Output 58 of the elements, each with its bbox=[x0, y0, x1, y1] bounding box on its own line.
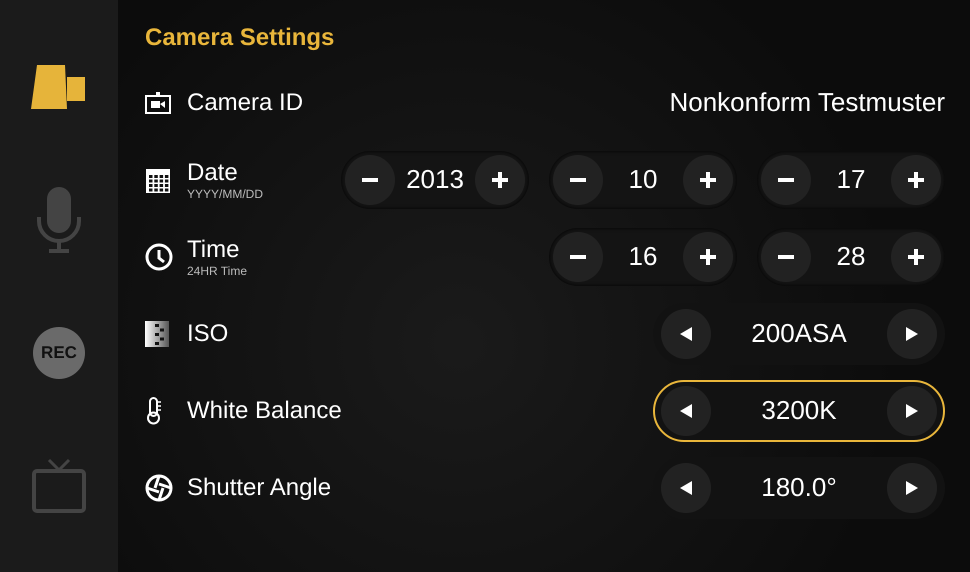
minus-icon bbox=[362, 178, 378, 182]
setting-label: Camera ID bbox=[187, 88, 304, 116]
right-arrow-icon bbox=[906, 480, 918, 494]
minus-icon bbox=[778, 254, 794, 258]
clock-icon bbox=[145, 242, 173, 270]
stepper-value: 17 bbox=[836, 164, 866, 195]
previous-button[interactable] bbox=[661, 308, 711, 358]
left-arrow-icon bbox=[680, 326, 692, 340]
right-arrow-icon bbox=[906, 404, 918, 418]
setting-label: ISO bbox=[187, 320, 230, 348]
stepper-value: 10 bbox=[628, 164, 658, 195]
plus-icon bbox=[492, 172, 508, 188]
next-button[interactable] bbox=[887, 308, 937, 358]
setting-value: Nonkonform Testmuster bbox=[669, 87, 945, 118]
increment-button[interactable] bbox=[682, 232, 733, 282]
stepper-value: 2013 bbox=[406, 164, 464, 195]
decrement-button[interactable] bbox=[345, 154, 395, 204]
decrement-button[interactable] bbox=[761, 232, 811, 282]
thermometer-icon bbox=[145, 396, 163, 424]
minus-icon bbox=[570, 178, 586, 182]
setting-label: Date bbox=[187, 158, 239, 186]
left-arrow-icon bbox=[680, 404, 692, 418]
setting-label: Time bbox=[187, 236, 240, 264]
shutter-icon bbox=[145, 474, 173, 502]
tv-icon bbox=[31, 458, 87, 514]
setting-label: Shutter Angle bbox=[187, 474, 332, 502]
left-arrow-icon bbox=[680, 480, 692, 494]
record-button[interactable]: REC bbox=[33, 326, 85, 378]
next-button[interactable] bbox=[887, 386, 937, 436]
iso-icon bbox=[145, 320, 169, 346]
minus-icon bbox=[778, 178, 794, 182]
microphone-icon bbox=[35, 186, 83, 252]
setting-hint: 24HR Time bbox=[187, 264, 248, 278]
selector-value: 3200K bbox=[761, 395, 837, 426]
plus-icon bbox=[908, 172, 924, 188]
sidebar-tab[interactable]: REC bbox=[27, 320, 91, 384]
stepper-value: 16 bbox=[628, 241, 658, 272]
previous-button[interactable] bbox=[661, 462, 711, 512]
minus-icon bbox=[570, 254, 586, 258]
increment-button[interactable] bbox=[475, 154, 525, 204]
decrement-button[interactable] bbox=[761, 154, 811, 204]
plus-icon bbox=[700, 248, 716, 264]
previous-button[interactable] bbox=[661, 386, 711, 436]
selector-value: 200ASA bbox=[751, 318, 847, 349]
next-button[interactable] bbox=[887, 462, 937, 512]
decrement-button[interactable] bbox=[553, 232, 603, 282]
selector-value: 180.0° bbox=[761, 472, 837, 503]
plus-icon bbox=[700, 172, 716, 188]
stepper-value: 28 bbox=[836, 241, 866, 272]
id-card-icon bbox=[145, 92, 171, 114]
plus-icon bbox=[908, 248, 924, 264]
setting-hint: YYYY/MM/DD bbox=[187, 186, 264, 200]
setting-label: White Balance bbox=[187, 396, 343, 424]
camera-icon bbox=[31, 62, 87, 110]
right-arrow-icon bbox=[906, 326, 918, 340]
increment-button[interactable] bbox=[682, 154, 733, 204]
page-title: Camera Settings bbox=[145, 24, 336, 53]
decrement-button[interactable] bbox=[553, 154, 603, 204]
